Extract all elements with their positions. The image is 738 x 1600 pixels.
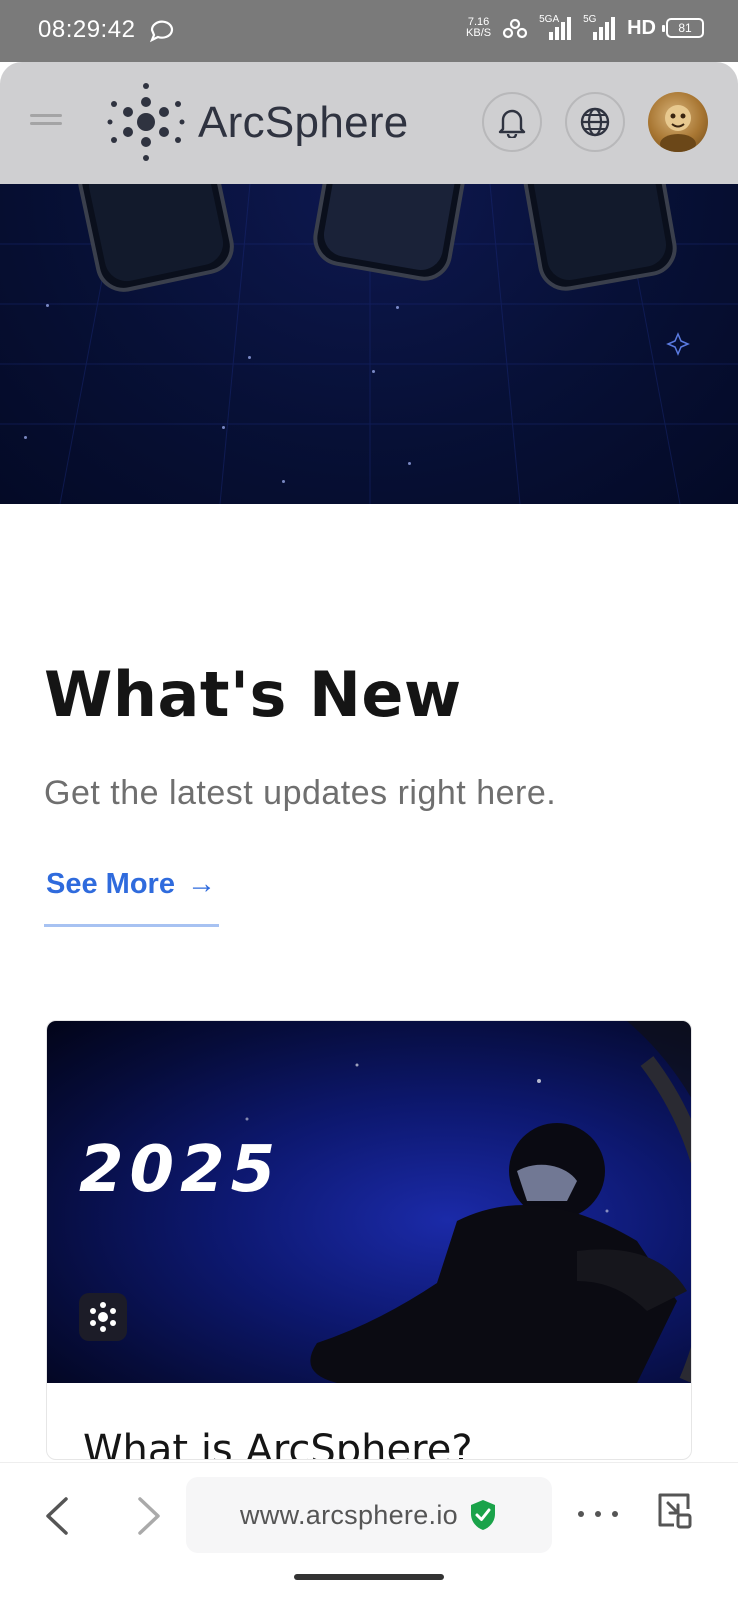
- secure-shield-icon: [470, 1500, 495, 1530]
- arrow-right-icon: →: [186, 868, 216, 900]
- chat-bubble-icon: [149, 20, 174, 43]
- notifications-button[interactable]: [482, 92, 542, 152]
- back-arrow-icon[interactable]: [38, 1493, 78, 1539]
- forward-arrow-icon[interactable]: [128, 1493, 168, 1539]
- card-logo-icon: [79, 1293, 127, 1341]
- see-more-label: See More: [46, 868, 175, 900]
- logo-text[interactable]: ArcSphere: [198, 98, 409, 148]
- network-speed: 7.16 KB/S: [466, 17, 491, 39]
- battery-icon: 81: [662, 18, 704, 38]
- see-more-link[interactable]: See More →: [46, 868, 216, 901]
- section-title: What's New: [44, 658, 462, 731]
- page: 08:29:42 7.16 KB/S 5GA 5G HD 81 ArcSpher…: [0, 0, 738, 1600]
- language-button[interactable]: [565, 92, 625, 152]
- globe-icon: [580, 107, 610, 137]
- network-speed-unit: KB/S: [466, 27, 492, 39]
- card-title: What is ArcSphere?: [83, 1427, 473, 1460]
- more-options-icon[interactable]: [578, 1499, 618, 1529]
- hotspot-icon: [503, 18, 528, 39]
- status-indicators: 7.16 KB/S 5GA 5G HD 81: [466, 14, 704, 42]
- picture-in-picture-icon[interactable]: [654, 1489, 694, 1533]
- status-time: 08:29:42: [38, 16, 136, 43]
- home-indicator[interactable]: [294, 1574, 444, 1580]
- signal-5g-icon: 5G: [583, 14, 617, 42]
- hd-voice-label: HD: [627, 16, 656, 39]
- address-bar[interactable]: www.arcsphere.io: [186, 1477, 552, 1553]
- card-year-text: 2025: [79, 1133, 282, 1207]
- arcsphere-logo-icon[interactable]: [106, 80, 186, 164]
- user-avatar[interactable]: [648, 92, 708, 152]
- see-more-underline: [44, 924, 219, 927]
- hero-banner: [0, 184, 738, 504]
- section-subtitle: Get the latest updates right here.: [44, 774, 557, 812]
- url-text: www.arcsphere.io: [240, 1499, 458, 1530]
- site-header: ArcSphere: [0, 62, 738, 184]
- card-image: 2025: [47, 1021, 691, 1383]
- signal-5ga-icon: 5GA: [539, 14, 573, 42]
- news-card[interactable]: 2025 What is ArcSphere?: [46, 1020, 692, 1460]
- avatar-figure-icon: [660, 105, 696, 152]
- hamburger-menu-icon[interactable]: [30, 114, 62, 132]
- bell-icon: [498, 109, 526, 138]
- status-bar: 08:29:42 7.16 KB/S 5GA 5G HD 81: [0, 0, 738, 62]
